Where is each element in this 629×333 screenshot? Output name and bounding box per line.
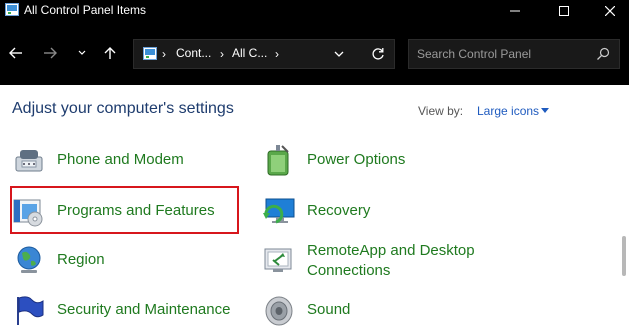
programs-features-icon xyxy=(13,199,43,227)
maximize-button[interactable] xyxy=(541,0,587,22)
item-label[interactable]: Sound xyxy=(307,300,350,320)
control-panel-icon xyxy=(143,47,157,60)
search-input[interactable]: Search Control Panel xyxy=(408,39,620,69)
recent-locations-button[interactable] xyxy=(70,41,94,65)
caret-down-icon[interactable] xyxy=(541,108,549,113)
address-bar[interactable]: › Cont... › All C... › xyxy=(133,39,395,69)
search-placeholder: Search Control Panel xyxy=(417,47,532,61)
minimize-icon xyxy=(510,10,520,12)
breadcrumb-separator[interactable]: › xyxy=(220,47,224,61)
back-button[interactable] xyxy=(4,41,28,65)
item-sound[interactable]: Sound xyxy=(262,293,462,333)
recovery-icon xyxy=(263,198,295,224)
remoteapp-icon xyxy=(264,248,292,272)
window-title: All Control Panel Items xyxy=(24,3,147,17)
title-bar: All Control Panel Items xyxy=(0,0,629,22)
arrow-right-icon xyxy=(44,47,57,59)
item-security-and-maintenance[interactable]: Security and Maintenance xyxy=(12,293,252,333)
page-title: Adjust your computer's settings xyxy=(12,100,234,117)
search-icon[interactable] xyxy=(596,47,610,61)
control-panel-icon xyxy=(5,3,19,16)
close-icon xyxy=(605,6,615,16)
phone-modem-icon xyxy=(15,150,43,172)
view-by-dropdown[interactable]: Large icons xyxy=(477,104,539,118)
view-by-label: View by: xyxy=(418,104,464,118)
region-globe-icon xyxy=(17,246,41,273)
item-remoteapp-and-desktop-connections[interactable]: RemoteApp and Desktop Connections xyxy=(262,241,502,285)
item-label[interactable]: Phone and Modem xyxy=(57,150,184,170)
item-label[interactable]: Programs and Features xyxy=(57,201,215,221)
maximize-icon xyxy=(559,6,569,16)
item-region[interactable]: Region xyxy=(12,243,242,283)
item-label[interactable]: RemoteApp and Desktop xyxy=(307,241,475,261)
item-programs-and-features[interactable]: Programs and Features xyxy=(12,194,237,234)
item-phone-and-modem[interactable]: Phone and Modem xyxy=(12,143,242,183)
minimize-button[interactable] xyxy=(492,0,538,22)
breadcrumb-separator[interactable]: › xyxy=(275,47,279,61)
breadcrumb-control-panel[interactable]: Cont... xyxy=(176,46,211,60)
forward-button[interactable] xyxy=(38,41,62,65)
breadcrumb-separator: › xyxy=(162,47,166,61)
close-button[interactable] xyxy=(587,0,629,22)
scrollbar-thumb[interactable] xyxy=(622,236,626,276)
breadcrumb-all-items[interactable]: All C... xyxy=(232,46,267,60)
item-recovery[interactable]: Recovery xyxy=(262,194,462,234)
item-label[interactable]: Security and Maintenance xyxy=(57,300,230,320)
item-power-options[interactable]: Power Options xyxy=(262,143,462,183)
arrow-left-icon xyxy=(9,47,22,59)
item-label[interactable]: Region xyxy=(57,250,105,270)
navigation-bar: › Cont... › All C... › Search Control Pa… xyxy=(0,22,629,85)
arrow-up-icon xyxy=(104,47,116,59)
refresh-icon[interactable] xyxy=(370,46,386,62)
item-label[interactable]: Recovery xyxy=(307,201,370,221)
item-label[interactable]: Power Options xyxy=(307,150,405,170)
security-flag-icon xyxy=(17,296,44,325)
power-options-icon xyxy=(267,145,289,176)
up-button[interactable] xyxy=(98,41,122,65)
sound-icon xyxy=(265,296,293,326)
chevron-down-icon[interactable] xyxy=(332,47,346,61)
chevron-down-icon xyxy=(78,50,86,55)
item-label-continued[interactable]: Connections xyxy=(307,261,390,281)
